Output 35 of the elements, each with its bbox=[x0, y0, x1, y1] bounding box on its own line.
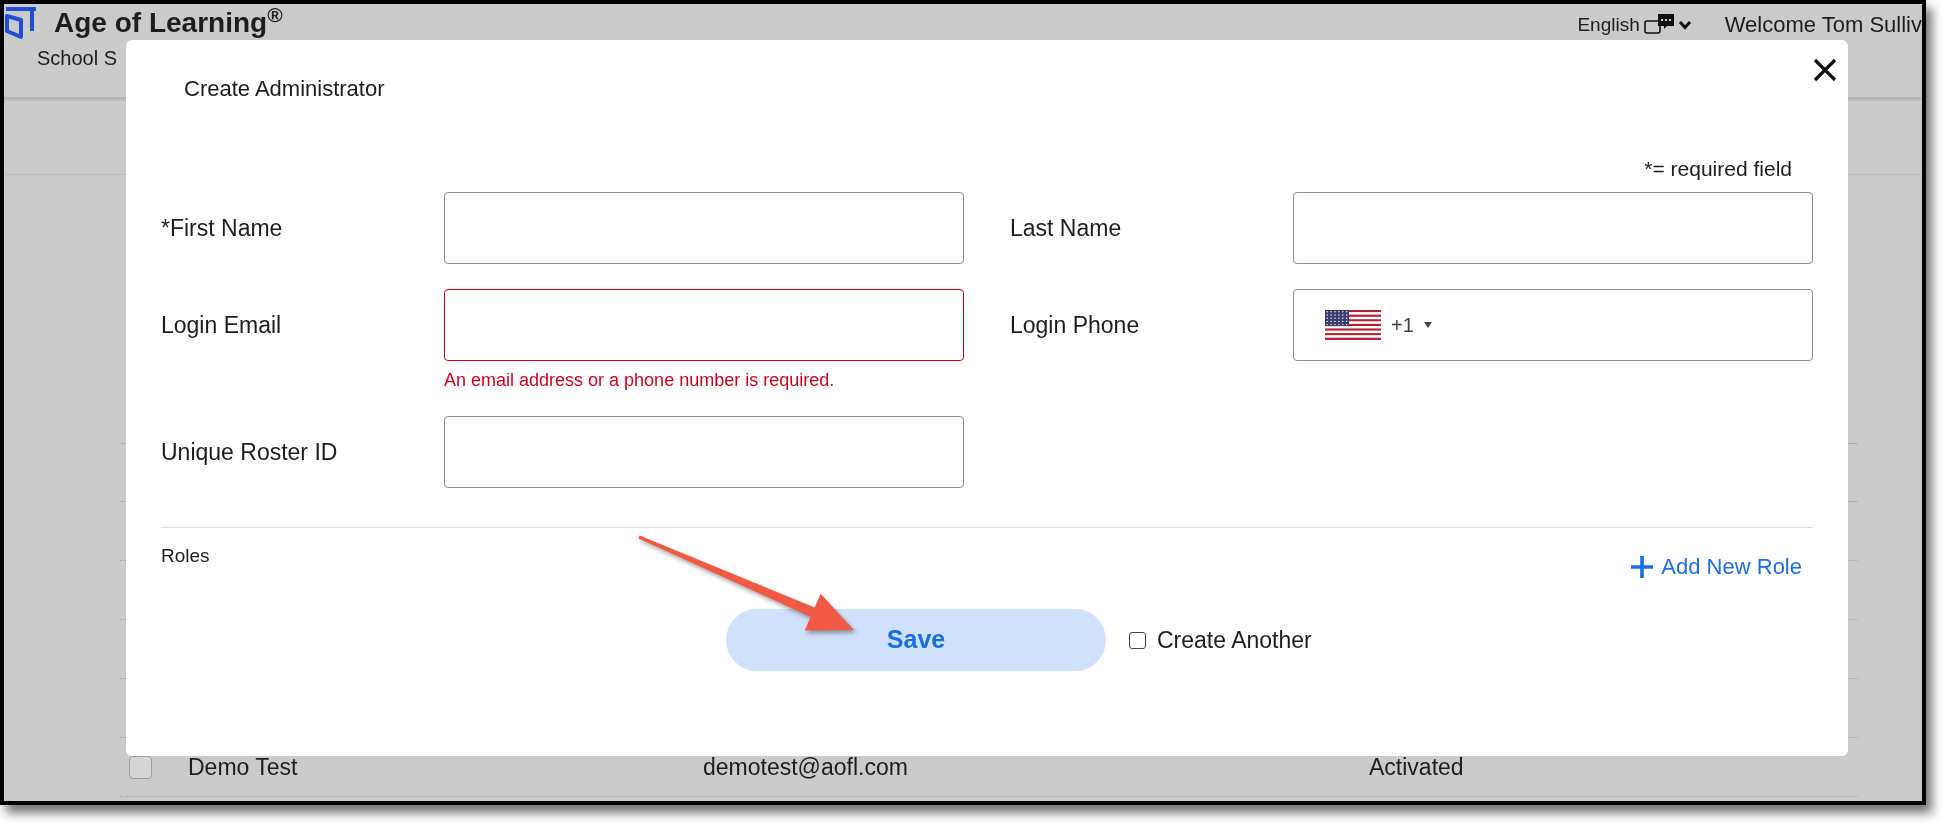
field-label: Last Name bbox=[1010, 214, 1122, 242]
roles-label: Roles bbox=[161, 544, 210, 568]
error-message: An email address or a phone number is required. bbox=[444, 369, 835, 391]
checkbox-label: Create Another bbox=[1157, 626, 1312, 654]
text-input[interactable] bbox=[444, 416, 964, 488]
table-cell: Demo Test bbox=[188, 753, 298, 780]
country-code-selector[interactable]: +1 bbox=[1325, 310, 1432, 340]
welcome-text: Welcome Tom Sulliv bbox=[1724, 12, 1922, 38]
checkbox[interactable] bbox=[129, 755, 152, 779]
table-cell: Activated bbox=[1369, 753, 1464, 780]
text-input[interactable] bbox=[1293, 192, 1813, 264]
phone-field[interactable]: +1 bbox=[1293, 289, 1813, 361]
save-button[interactable]: Save bbox=[726, 609, 1106, 671]
logo-title: Age of Learning$^{®}$ bbox=[54, 7, 283, 39]
field-label: Unique Roster ID bbox=[161, 438, 338, 466]
language-selector[interactable]: English bbox=[1577, 13, 1692, 37]
close-icon bbox=[1813, 58, 1837, 82]
checkbox[interactable] bbox=[1129, 631, 1146, 649]
text-input[interactable] bbox=[444, 289, 964, 361]
caret-down-icon bbox=[1423, 322, 1432, 328]
field-label: Login Email bbox=[161, 311, 282, 339]
field-label: *First Name bbox=[161, 214, 283, 242]
flag-icon bbox=[1325, 310, 1381, 340]
shield-logo-icon bbox=[4, 6, 38, 40]
logo-subtitle: School S bbox=[37, 46, 118, 70]
add-role-button[interactable]: Add New Role bbox=[1631, 552, 1802, 582]
table-cell: demotest@aofl.com bbox=[703, 753, 908, 780]
text-input[interactable] bbox=[444, 192, 964, 264]
plus-icon bbox=[1631, 556, 1654, 578]
close-button[interactable] bbox=[1812, 58, 1838, 82]
dialog-title: Create Administrator bbox=[184, 75, 385, 103]
required-note: *= required field bbox=[1644, 156, 1792, 182]
chevron-down-icon bbox=[1677, 20, 1692, 30]
chat-bubbles-icon bbox=[1643, 14, 1674, 36]
field-label: Login Phone bbox=[1010, 311, 1140, 339]
